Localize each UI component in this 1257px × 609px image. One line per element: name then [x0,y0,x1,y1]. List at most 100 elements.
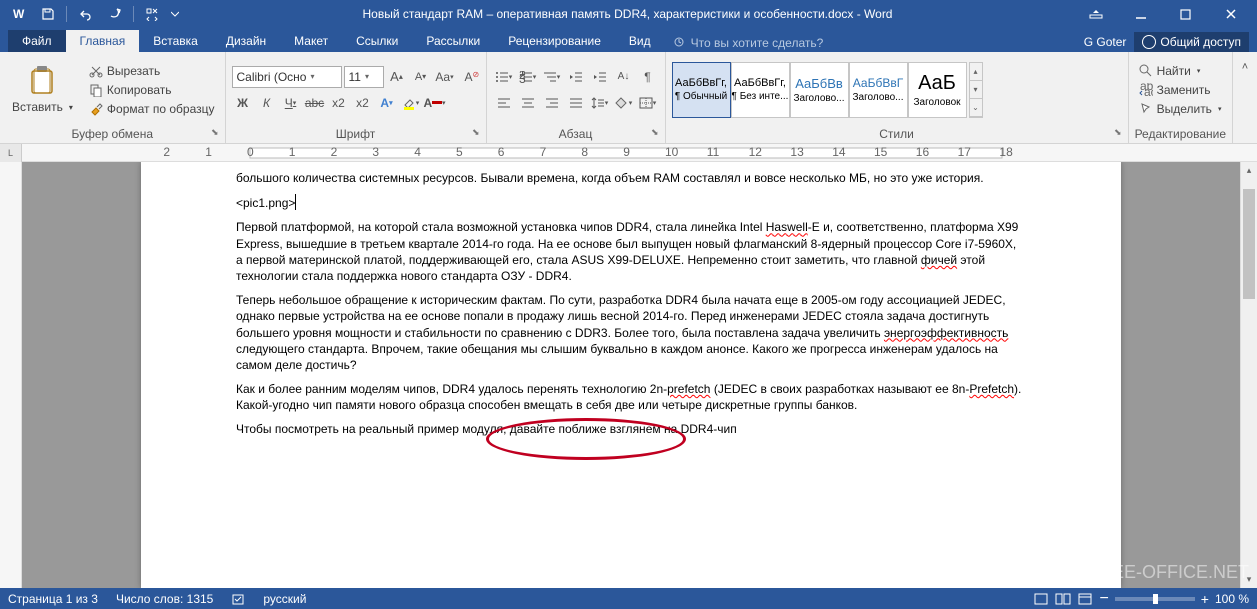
tab-file[interactable]: Файл [8,30,66,52]
underline-icon[interactable]: Ч▾ [280,92,302,114]
maximize-icon[interactable] [1163,0,1208,28]
bold-icon[interactable]: Ж [232,92,254,114]
font-dialog-icon[interactable]: ⬊ [472,127,480,138]
tab-design[interactable]: Дизайн [212,30,280,52]
select-button[interactable]: Выделить▾ [1135,100,1226,118]
tab-review[interactable]: Рецензирование [494,30,615,52]
paste-button[interactable]: Вставить▾ [8,98,77,116]
scroll-up-icon[interactable]: ▴ [1241,162,1257,179]
styles-down-icon[interactable]: ▾ [970,81,982,99]
align-right-icon[interactable] [541,92,563,114]
tab-insert[interactable]: Вставка [139,30,212,52]
bullets-icon[interactable]: ▾ [493,66,515,88]
borders-icon[interactable]: ▾ [637,92,659,114]
highlight-icon[interactable]: ▾ [400,92,422,114]
paragraph-dialog-icon[interactable]: ⬊ [651,127,659,138]
svg-text:6: 6 [498,145,505,159]
ruler-horizontal[interactable]: L 210123456789101112131415161718 [0,144,1257,162]
tab-view[interactable]: Вид [615,30,665,52]
word-count[interactable]: Число слов: 1315 [116,592,213,606]
paragraph[interactable]: <pic1.png> [236,194,1026,211]
tab-mailings[interactable]: Рассылки [412,30,494,52]
superscript-icon[interactable]: x2 [352,92,374,114]
text-effects-icon[interactable]: A▾ [376,92,398,114]
paragraph[interactable]: Теперь небольшое обращение к исторически… [236,292,1026,373]
line-spacing-icon[interactable]: ▾ [589,92,611,114]
document-body[interactable]: большого количества системных ресурсов. … [236,170,1026,438]
paragraph[interactable]: Первой платформой, на которой стала возм… [236,219,1026,284]
close-icon[interactable] [1208,0,1253,28]
view-print-icon[interactable] [1033,592,1049,606]
document-page[interactable]: большого количества системных ресурсов. … [141,162,1121,588]
shrink-font-icon[interactable]: A▾ [410,66,432,88]
sort-icon[interactable]: A↓ [613,66,635,88]
grow-font-icon[interactable]: A▴ [386,66,408,88]
styles-more-icon[interactable]: ⌄ [970,99,982,117]
clear-format-icon[interactable]: A⊘ [458,66,480,88]
style-item[interactable]: АаБЗаголовок [908,62,967,118]
view-read-icon[interactable] [1055,592,1071,606]
find-button[interactable]: Найти▾ [1135,62,1226,80]
clipboard-dialog-icon[interactable]: ⬊ [211,127,219,138]
justify-icon[interactable] [565,92,587,114]
align-center-icon[interactable] [517,92,539,114]
change-case-icon[interactable]: Aa▾ [434,66,456,88]
zoom-slider[interactable] [1115,597,1195,601]
ruler-vertical[interactable] [0,162,22,588]
replace-button[interactable]: abacЗаменить [1135,81,1226,99]
minimize-icon[interactable] [1118,0,1163,28]
zoom-out-icon[interactable]: − [1099,590,1108,608]
tell-me-search[interactable]: Что вы хотите сделать? [665,34,832,52]
shading-icon[interactable]: ▾ [613,92,635,114]
language-indicator[interactable]: русский [263,592,306,606]
vertical-scrollbar[interactable]: ▴ ▾ [1240,162,1257,588]
zoom-level[interactable]: 100 % [1215,592,1249,606]
ribbon-options-icon[interactable] [1073,0,1118,28]
view-web-icon[interactable] [1077,592,1093,606]
align-left-icon[interactable] [493,92,515,114]
style-item[interactable]: АаБбВвЗаголово... [790,62,849,118]
style-item[interactable]: АаБбВвГг,¶ Без инте... [731,62,790,118]
styles-up-icon[interactable]: ▴ [970,63,982,81]
font-color-icon[interactable]: A▾ [424,92,446,114]
italic-icon[interactable]: К [256,92,278,114]
user-name[interactable]: G Goter [1084,35,1127,49]
font-name-input[interactable]: Calibri (Осно▾ [232,66,342,88]
scroll-down-icon[interactable]: ▾ [1241,571,1257,588]
decrease-indent-icon[interactable] [565,66,587,88]
styles-dialog-icon[interactable]: ⬊ [1114,127,1122,138]
numbering-icon[interactable]: 123▾ [517,66,539,88]
cut-button[interactable]: Вырезать [85,62,219,80]
collapse-ribbon-icon[interactable]: ˄ [1234,56,1256,78]
tab-home[interactable]: Главная [66,30,140,52]
word-icon[interactable]: W [4,2,32,26]
touch-mode-icon[interactable] [138,2,166,26]
style-item[interactable]: АаБбВвГг,¶ Обычный [672,62,731,118]
strikethrough-icon[interactable]: abc [304,92,326,114]
qat-customize-icon[interactable] [168,2,182,26]
save-icon[interactable] [34,2,62,26]
subscript-icon[interactable]: x2 [328,92,350,114]
redo-icon[interactable] [101,2,129,26]
increase-indent-icon[interactable] [589,66,611,88]
show-marks-icon[interactable]: ¶ [637,66,659,88]
style-item[interactable]: АаБбВвГЗаголово... [849,62,908,118]
share-button[interactable]: Общий доступ [1134,32,1249,52]
tab-layout[interactable]: Макет [280,30,342,52]
format-painter-button[interactable]: Формат по образцу [85,100,219,118]
paragraph[interactable]: большого количества системных ресурсов. … [236,170,1026,186]
paragraph[interactable]: Чтобы посмотреть на реальный пример моду… [236,421,1026,437]
zoom-in-icon[interactable]: + [1201,591,1209,607]
page-indicator[interactable]: Страница 1 из 3 [8,592,98,606]
copy-button[interactable]: Копировать [85,81,219,99]
svg-text:2: 2 [163,145,170,159]
proofing-icon[interactable] [231,592,245,606]
tab-references[interactable]: Ссылки [342,30,412,52]
font-size-input[interactable]: 11▾ [344,66,384,88]
paste-icon[interactable] [28,65,56,97]
scroll-thumb[interactable] [1243,189,1255,299]
undo-icon[interactable] [71,2,99,26]
multilevel-icon[interactable]: ▾ [541,66,563,88]
ruler-corner-icon[interactable]: L [0,144,22,162]
paragraph[interactable]: Как и более ранним моделям чипов, DDR4 у… [236,381,1026,413]
